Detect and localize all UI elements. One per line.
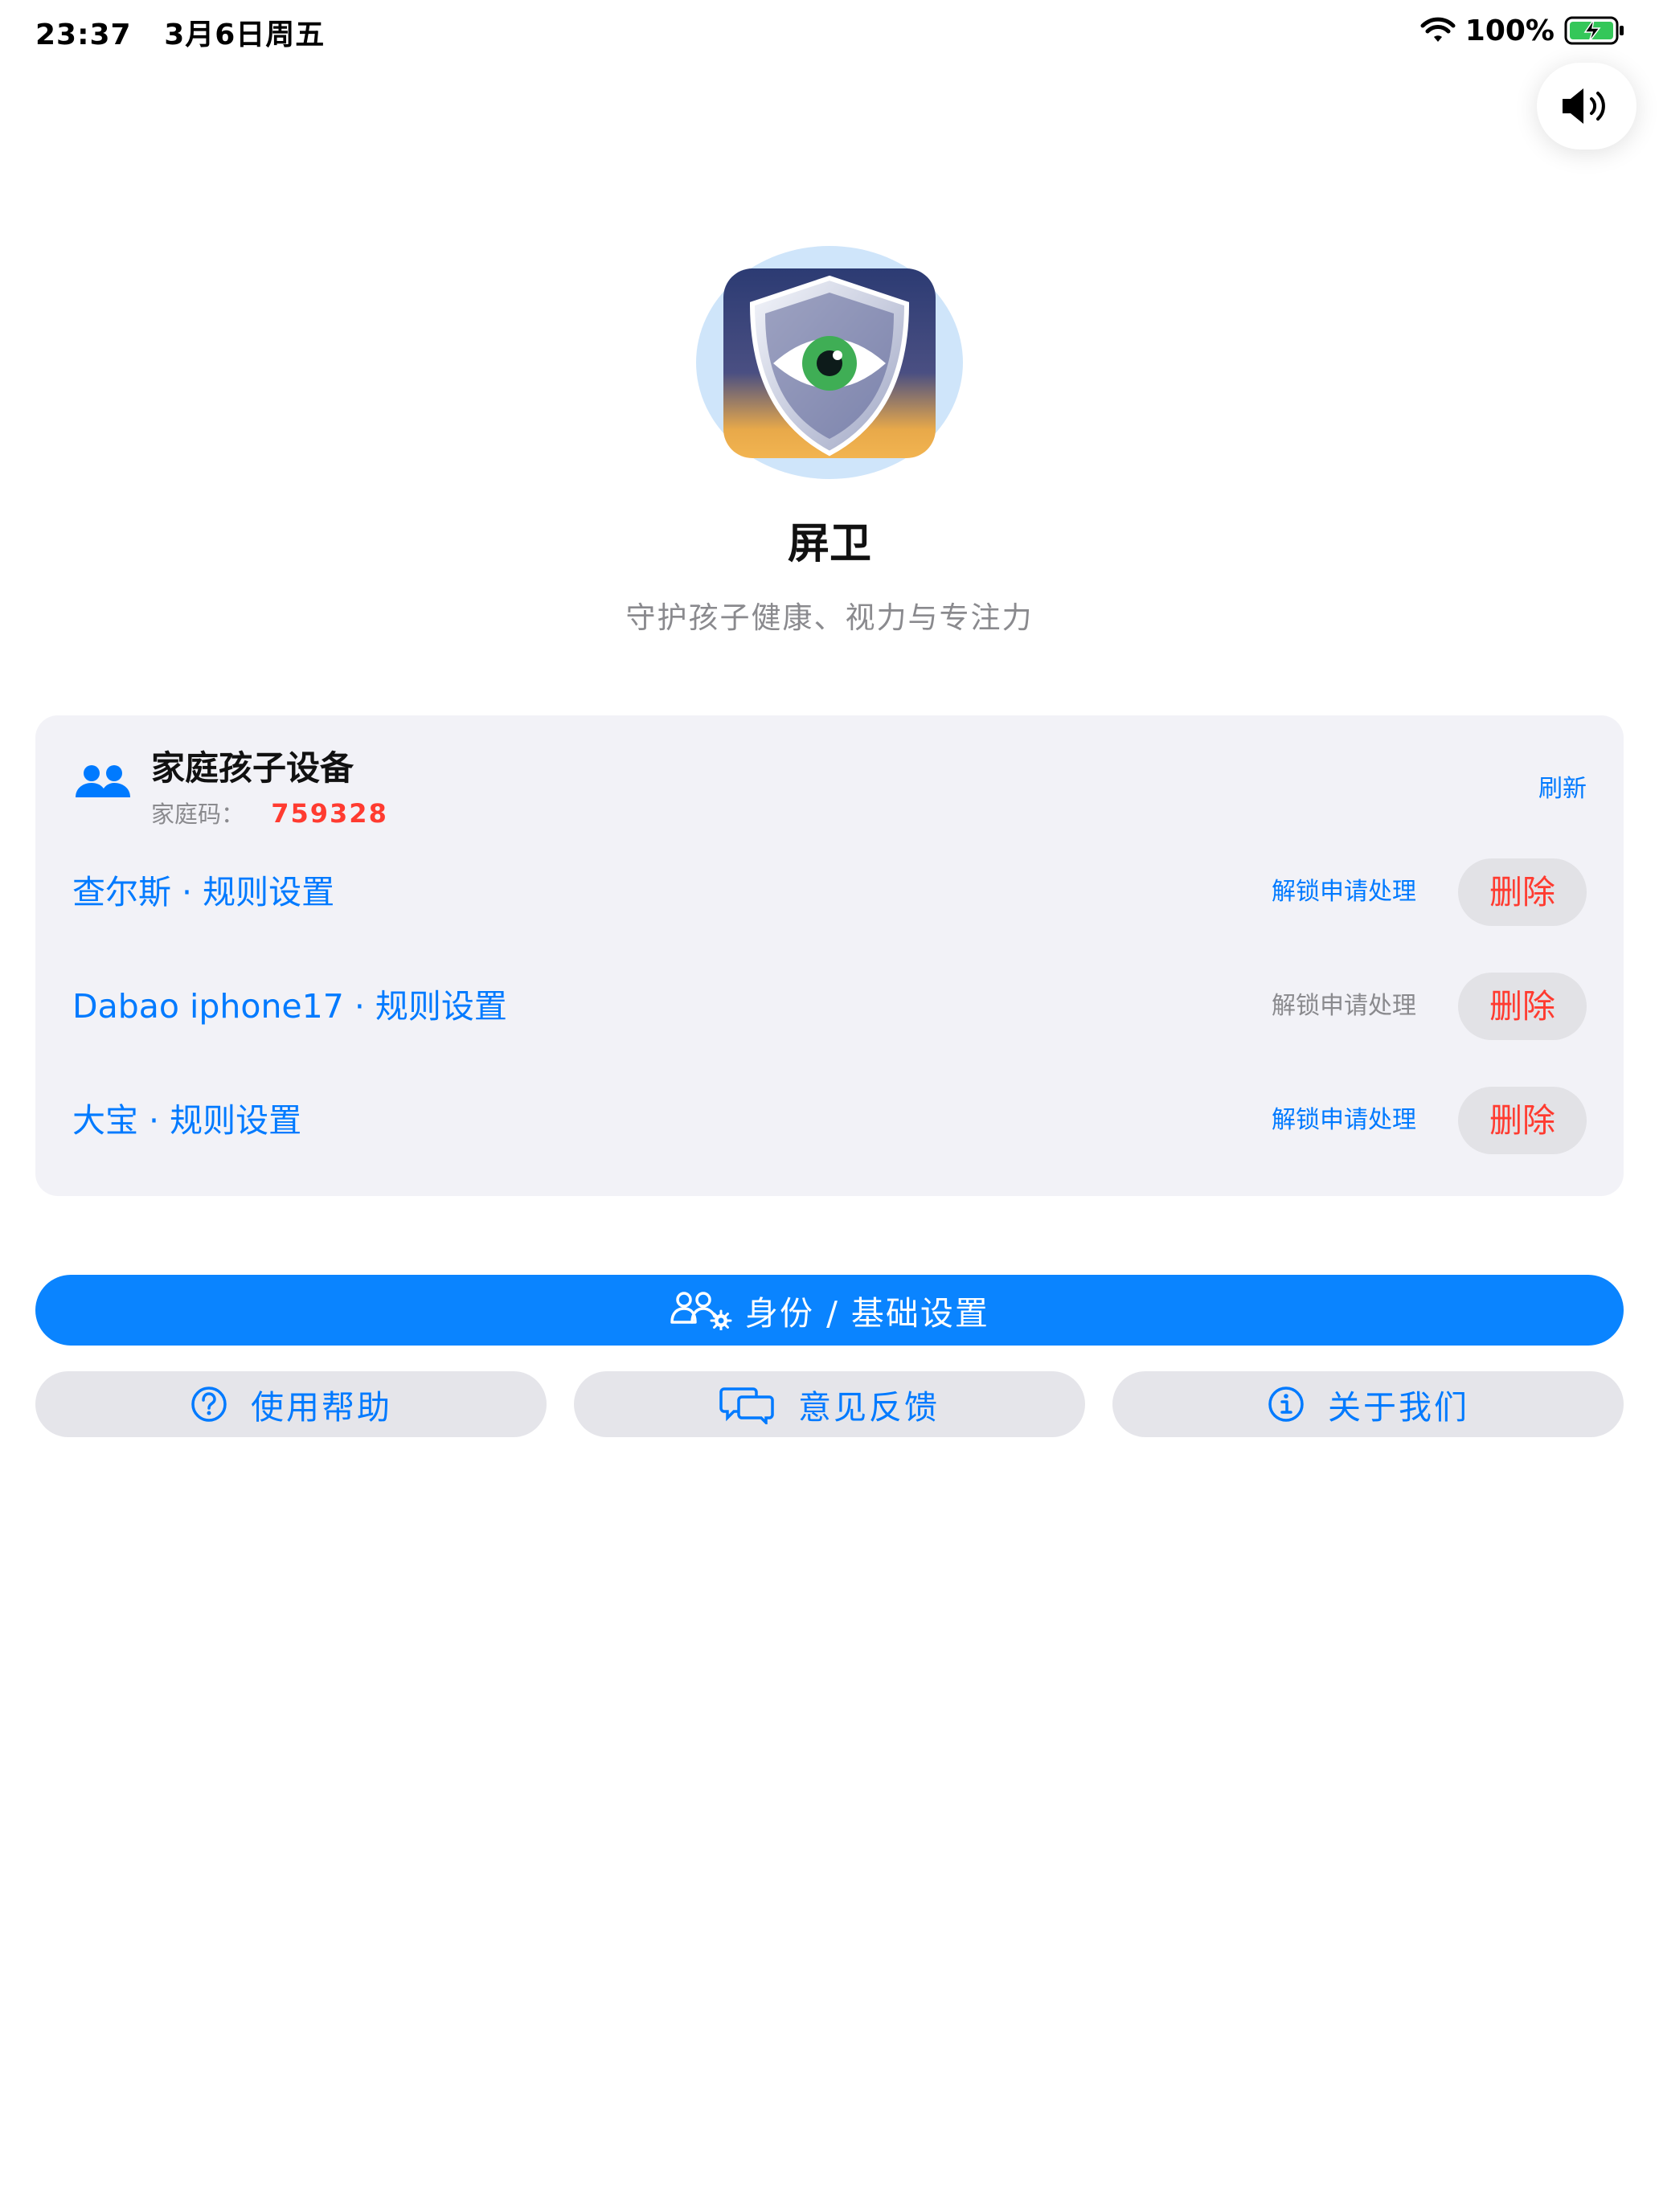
people-icon [74, 762, 132, 804]
battery-percentage: 100% [1464, 14, 1555, 47]
feedback-button[interactable]: 意见反馈 [574, 1371, 1085, 1437]
chat-bubbles-icon [719, 1384, 776, 1427]
device-row: 大宝 · 规则设置 解锁申请处理 删除 [35, 1087, 1624, 1154]
device-row: 查尔斯 · 规则设置 解锁申请处理 删除 [35, 858, 1624, 926]
sound-toggle-button[interactable] [1537, 63, 1636, 150]
family-devices-card: 家庭孩子设备 家庭码： 759328 刷新 查尔斯 · 规则设置 解锁申请处理 … [35, 715, 1624, 1196]
status-bar: 23:37 3月6日周五 100% [0, 0, 1659, 64]
delete-device-button[interactable]: 删除 [1458, 1087, 1587, 1154]
status-date: 3月6日周五 [164, 18, 326, 51]
app-title: 屏卫 [787, 520, 871, 568]
identity-settings-label: 身份 / 基础设置 [745, 1294, 989, 1333]
refresh-button[interactable]: 刷新 [1538, 768, 1587, 804]
device-rules-link[interactable]: Dabao iphone17 · 规则设置 [72, 973, 507, 1040]
question-circle-icon [190, 1385, 228, 1423]
identity-settings-button[interactable]: 身份 / 基础设置 [35, 1275, 1624, 1346]
help-label: 使用帮助 [251, 1388, 392, 1427]
app-logo [696, 246, 963, 479]
device-rules-link[interactable]: 查尔斯 · 规则设置 [72, 858, 334, 926]
people-gear-icon [670, 1290, 734, 1332]
delete-device-button[interactable]: 删除 [1458, 973, 1587, 1040]
info-circle-icon [1267, 1385, 1305, 1423]
device-rules-link[interactable]: 大宝 · 规则设置 [72, 1087, 301, 1154]
card-title: 家庭孩子设备 [151, 748, 354, 788]
wifi-icon [1420, 17, 1456, 44]
app-subtitle: 守护孩子健康、视力与专注力 [625, 600, 1034, 635]
status-time: 23:37 3月6日周五 [35, 11, 325, 53]
battery-charging-icon [1564, 15, 1625, 46]
family-code-row: 家庭码： 759328 [151, 796, 388, 830]
unlock-requests-link[interactable]: 解锁申请处理 [1272, 973, 1416, 1040]
status-clock: 23:37 [35, 18, 132, 51]
unlock-requests-link[interactable]: 解锁申请处理 [1272, 858, 1416, 926]
help-button[interactable]: 使用帮助 [35, 1371, 547, 1437]
unlock-requests-link[interactable]: 解锁申请处理 [1272, 1087, 1416, 1154]
delete-device-button[interactable]: 删除 [1458, 858, 1587, 926]
about-label: 关于我们 [1328, 1388, 1469, 1427]
family-code-label: 家庭码： [151, 801, 245, 828]
device-row: Dabao iphone17 · 规则设置 解锁申请处理 删除 [35, 973, 1624, 1040]
family-code-value: 759328 [271, 798, 388, 829]
about-button[interactable]: 关于我们 [1112, 1371, 1624, 1437]
feedback-label: 意见反馈 [798, 1388, 940, 1427]
speaker-icon [1558, 84, 1616, 129]
status-indicators: 100% [1420, 11, 1625, 50]
